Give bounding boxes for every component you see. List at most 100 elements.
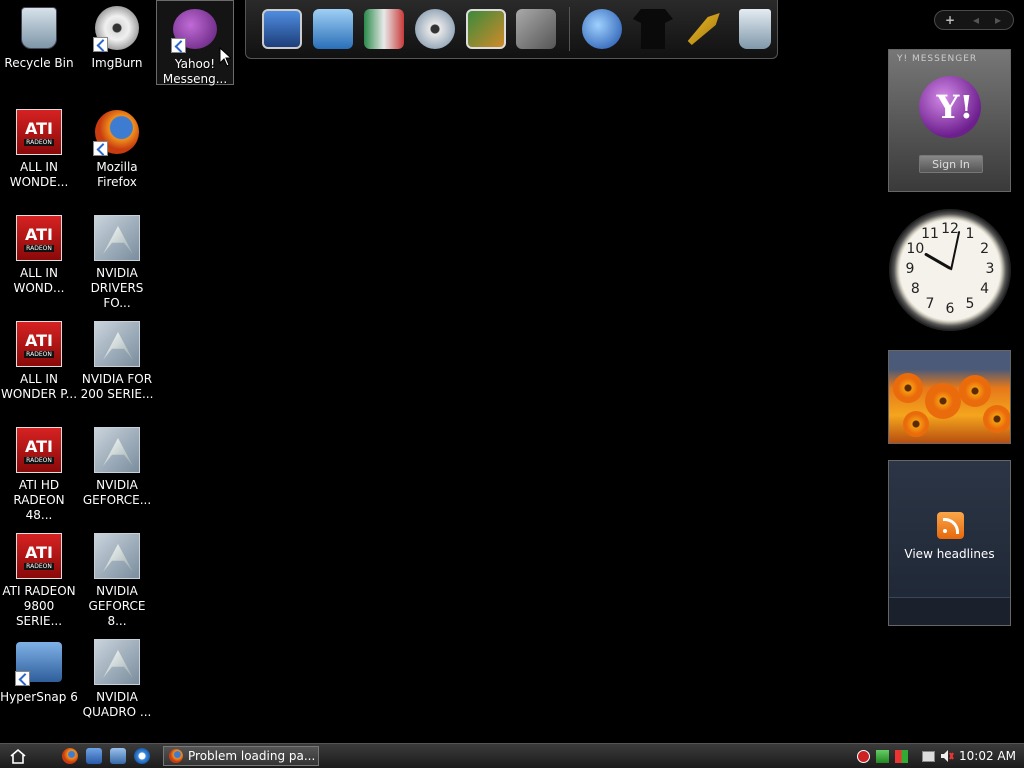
music-disc-icon [414, 9, 455, 49]
sidebar-next-button[interactable]: ▸ [987, 13, 1009, 27]
clock-number: 1 [965, 226, 975, 243]
taskbar: Problem loading pa... 10:02 AM [0, 743, 1024, 768]
desktop-icon-ati-radeon-9800[interactable]: ATI RADEON ATI RADEON 9800 SERIE... [0, 528, 78, 629]
clock-gadget[interactable]: 12 1 2 3 4 5 6 7 8 9 10 11 [889, 209, 1011, 331]
quick-launch-firefox[interactable] [60, 747, 80, 765]
dock-separator [568, 7, 570, 51]
messenger-brand: Y! MESSENGER [897, 54, 978, 64]
desktop-icon-nvidia-geforce-1[interactable]: NVIDIA GEFORCE... [78, 422, 156, 508]
dock-item-network[interactable] [311, 4, 356, 54]
tools-icon [516, 9, 557, 49]
taskbar-button-label: Problem loading pa... [188, 749, 316, 763]
home-icon [10, 748, 26, 764]
firefox-icon [62, 748, 78, 764]
safely-remove-hardware-icon[interactable] [874, 748, 890, 764]
desktop-icon-label: ALL IN WONDER P... [0, 372, 78, 401]
pictures-icon [465, 9, 506, 49]
desktop-icon-label: ALL IN WOND... [13, 266, 65, 295]
desktop-icon-label: NVIDIA GEFORCE... [82, 478, 152, 507]
dock-item-browser[interactable] [580, 4, 625, 54]
desktop-icon-ati-all-in-wonder-3[interactable]: ATI RADEON ALL IN WONDER P... [0, 316, 78, 402]
desktop-icon-label: ALL IN WONDE... [9, 160, 69, 189]
desktop-icon-label: HyperSnap 6 [0, 690, 78, 704]
desktop-icon-mozilla-firefox[interactable]: Mozilla Firefox [78, 104, 156, 190]
clock-number: 12 [941, 221, 959, 237]
clock-number: 6 [945, 301, 955, 317]
quick-launch-switch-windows[interactable] [108, 747, 128, 765]
desktop-icon-recycle-bin[interactable]: Recycle Bin [0, 0, 78, 71]
sign-in-button[interactable]: Sign In [919, 155, 983, 173]
clock-number: 4 [980, 281, 990, 297]
volume-muted-icon[interactable] [939, 748, 955, 764]
network-icon [313, 9, 354, 49]
monitor-icon [262, 9, 303, 49]
desktop-icon-label: Mozilla Firefox [96, 160, 138, 189]
hammer-wrench-icon [687, 13, 720, 45]
shirt-icon [632, 9, 673, 49]
documents-icon [363, 9, 404, 49]
desktop-icon-label: Recycle Bin [4, 56, 74, 70]
desktop-icon-ati-all-in-wonder-1[interactable]: ATI RADEON ALL IN WONDE... [0, 104, 78, 190]
nvidia-icon [93, 214, 141, 262]
taskbar-clock[interactable]: 10:02 AM [959, 749, 1016, 763]
desktop-icon-nvidia-quadro[interactable]: NVIDIA QUADRO ... [78, 634, 156, 720]
desktop-icon-ati-hd-radeon[interactable]: ATI RADEON ATI HD RADEON 48... [0, 422, 78, 523]
sidebar-prev-button[interactable]: ◂ [965, 13, 987, 27]
dock-item-documents[interactable] [362, 4, 407, 54]
slideshow-photo [925, 383, 961, 419]
desktop-icon-nvidia-drivers[interactable]: NVIDIA DRIVERS FO... [78, 210, 156, 311]
clock-number: 8 [910, 281, 920, 297]
clock-number: 9 [905, 261, 915, 277]
dock-item-pictures[interactable] [463, 4, 508, 54]
taskbar-button-firefox[interactable]: Problem loading pa... [163, 746, 319, 766]
desktop-icon-ati-all-in-wonder-2[interactable]: ATI RADEON ALL IN WOND... [0, 210, 78, 296]
quick-launch-dock [245, 0, 778, 59]
ati-radeon-icon: ATI RADEON [15, 108, 63, 156]
rss-feed-icon [937, 512, 964, 539]
windows-security-icon[interactable] [893, 748, 909, 764]
clock-number: 11 [921, 226, 939, 243]
view-headlines-link[interactable]: View headlines [889, 547, 1010, 561]
nvidia-icon [93, 320, 141, 368]
desktop-icon-label: Yahoo! Messeng... [162, 57, 228, 86]
firefox-icon [93, 108, 141, 156]
quick-launch-desktop[interactable] [84, 747, 104, 765]
shortcut-arrow-icon [15, 671, 30, 686]
network-status-icon[interactable] [920, 748, 936, 764]
clock-number: 3 [985, 261, 995, 277]
desktop-icon-label: NVIDIA GEFORCE 8... [88, 584, 146, 628]
clock-number: 5 [965, 295, 975, 312]
ati-radeon-icon: ATI RADEON [15, 532, 63, 580]
shortcut-arrow-icon [93, 141, 108, 156]
recycle-bin-icon [15, 4, 63, 52]
desktop-icon-imgburn[interactable]: ImgBurn [78, 0, 156, 71]
slideshow-gadget[interactable] [888, 350, 1011, 444]
feed-headlines-gadget[interactable]: View headlines [888, 460, 1011, 626]
internet-explorer-icon [134, 748, 150, 764]
desktop-icon-yahoo-messenger[interactable]: Yahoo! Messeng... [156, 0, 234, 86]
mouse-cursor-icon [219, 47, 231, 67]
quick-launch-ie[interactable] [132, 747, 152, 765]
dock-item-shirt[interactable] [631, 4, 676, 54]
desktop-icon-nvidia-200-series[interactable]: NVIDIA FOR 200 SERIE... [78, 316, 156, 402]
desktop-icon-label: ImgBurn [91, 56, 143, 70]
desktop-icon-label: NVIDIA FOR 200 SERIE... [80, 372, 154, 401]
ati-radeon-icon: ATI RADEON [15, 426, 63, 474]
dock-item-tools[interactable] [514, 4, 559, 54]
yahoo-messenger-gadget[interactable]: Y! MESSENGER Y! Sign In [888, 49, 1011, 192]
yahoo-logo-icon: Y! [918, 76, 981, 138]
ati-all-in-wonder-icon: ATI RADEON [15, 214, 63, 262]
nvidia-icon [93, 532, 141, 580]
recycle-bin-icon [738, 9, 771, 49]
dock-item-recycle-bin[interactable] [732, 4, 777, 54]
desktop-icon-nvidia-geforce-8[interactable]: NVIDIA GEFORCE 8... [78, 528, 156, 629]
dock-item-music[interactable] [412, 4, 457, 54]
security-alert-icon[interactable] [855, 748, 871, 764]
dock-item-computer[interactable] [260, 4, 305, 54]
desktop-icon-hypersnap[interactable]: HyperSnap 6 [0, 634, 78, 705]
start-button[interactable] [0, 744, 36, 768]
dock-item-settings[interactable] [681, 4, 726, 54]
add-gadget-button[interactable]: + [935, 13, 965, 27]
desktop-icon-label: ATI HD RADEON 48... [13, 478, 65, 522]
show-desktop-icon [86, 748, 102, 764]
